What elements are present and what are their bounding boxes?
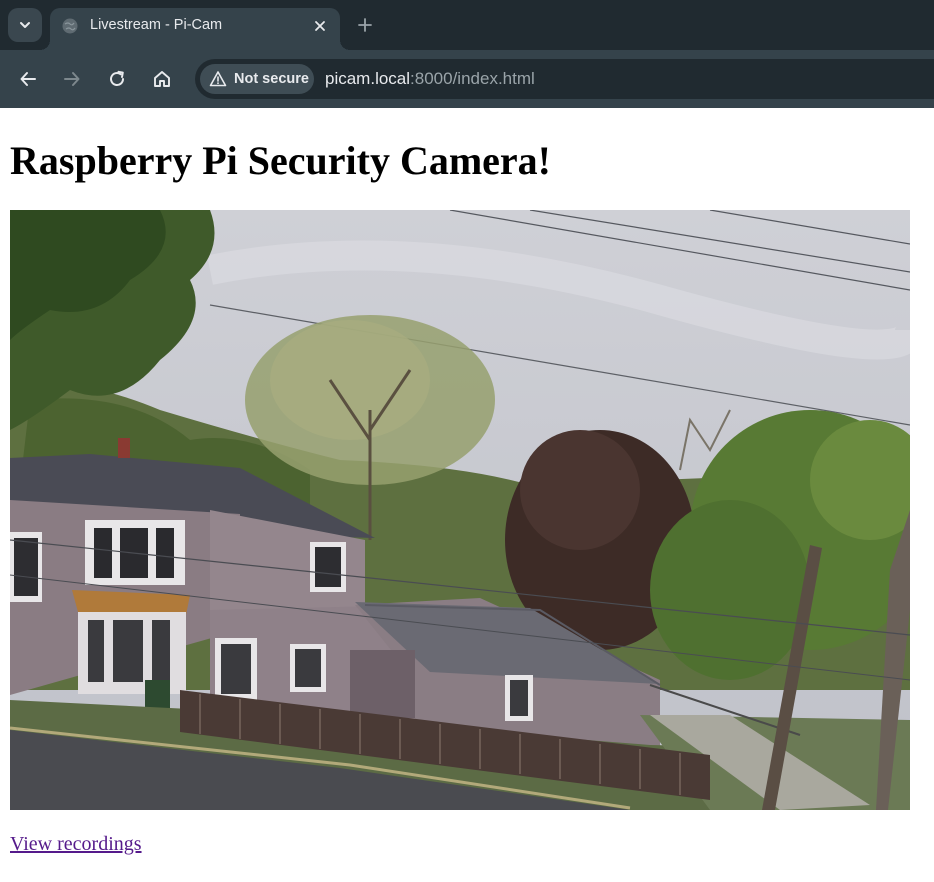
page-title: Raspberry Pi Security Camera!: [10, 138, 551, 183]
tab-livestream[interactable]: Livestream - Pi-Cam: [40, 8, 350, 50]
tab-title: Livestream - Pi-Cam: [90, 17, 223, 33]
arrow-right-icon: [64, 72, 80, 86]
chevron-down-icon: [20, 22, 30, 28]
camera-stream-scene: [10, 210, 910, 810]
globe-icon: [62, 18, 78, 34]
url-text[interactable]: picam.local:8000/index.html: [325, 69, 535, 89]
forward-button[interactable]: [57, 64, 87, 94]
close-icon: [315, 21, 325, 31]
new-tab-button[interactable]: [352, 12, 378, 38]
home-icon: [154, 71, 170, 87]
security-indicator[interactable]: Not secure: [200, 64, 314, 94]
reload-button[interactable]: [102, 64, 132, 94]
tab-strip: Livestream - Pi-Cam: [0, 0, 934, 50]
tab-search-button[interactable]: [8, 8, 42, 42]
address-bar[interactable]: Not secure picam.local:8000/index.html: [195, 59, 934, 99]
url-path: :8000/index.html: [410, 69, 535, 88]
warning-triangle-icon: [209, 71, 227, 87]
reload-icon: [110, 70, 124, 86]
back-button[interactable]: [13, 64, 43, 94]
plus-icon: [358, 18, 372, 32]
security-label: Not secure: [234, 71, 309, 87]
url-host: picam.local: [325, 69, 411, 88]
browser-toolbar: Not secure picam.local:8000/index.html: [0, 50, 934, 108]
camera-stream-image: [10, 210, 910, 810]
home-button[interactable]: [147, 64, 177, 94]
view-recordings-link[interactable]: View recordings: [10, 833, 142, 856]
arrow-left-icon: [20, 72, 36, 86]
tab-close-button[interactable]: [308, 14, 332, 38]
